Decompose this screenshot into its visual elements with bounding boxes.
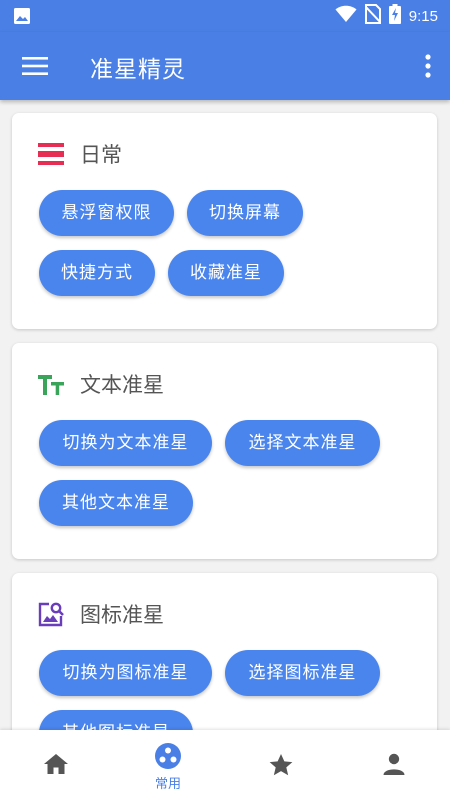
no-sim-icon: [364, 4, 382, 28]
bottom-navigation: 常用: [0, 730, 450, 800]
nav-item-favorites[interactable]: [225, 730, 337, 800]
main-content[interactable]: 日常 悬浮窗权限 切换屏幕 快捷方式 收藏准星 文本准星 切换为文本准星 选择文…: [0, 100, 450, 730]
nav-item-profile[interactable]: [338, 730, 450, 800]
overlay-permission-button[interactable]: 悬浮窗权限: [39, 190, 174, 236]
hamburger-icon: [22, 57, 48, 75]
list-icon: [38, 141, 64, 167]
app-bar: 准星精灵: [0, 32, 450, 100]
battery-charging-icon: [388, 4, 401, 28]
select-text-crosshair-button[interactable]: 选择文本准星: [225, 420, 380, 466]
common-icon: [154, 742, 182, 774]
nav-label-common: 常用: [154, 777, 181, 792]
text-format-icon: [38, 371, 64, 397]
card-title: 图标准星: [80, 603, 164, 627]
menu-button[interactable]: [22, 54, 48, 78]
status-time: 9:15: [408, 7, 438, 25]
daily-card: 日常 悬浮窗权限 切换屏幕 快捷方式 收藏准星: [12, 113, 437, 329]
switch-to-icon-crosshair-button[interactable]: 切换为图标准星: [39, 650, 212, 696]
switch-to-text-crosshair-button[interactable]: 切换为文本准星: [39, 420, 212, 466]
other-icon-crosshair-button[interactable]: 其他图标准星: [39, 710, 193, 730]
home-icon: [43, 752, 69, 780]
star-icon: [268, 752, 294, 782]
wifi-icon: [335, 5, 357, 27]
icon-crosshair-card: 图标准星 切换为图标准星 选择图标准星 其他图标准星: [12, 573, 437, 730]
status-bar: 9:15: [0, 0, 450, 32]
person-icon: [382, 752, 406, 780]
text-crosshair-card: 文本准星 切换为文本准星 选择文本准星 其他文本准星: [12, 343, 437, 559]
more-vertical-icon: [425, 54, 431, 78]
nav-item-home[interactable]: [0, 730, 112, 800]
other-text-crosshair-button[interactable]: 其他文本准星: [39, 480, 193, 526]
image-notification-icon: [13, 7, 31, 29]
favorite-crosshair-button[interactable]: 收藏准星: [168, 250, 284, 296]
card-title: 日常: [80, 143, 122, 167]
shortcut-button[interactable]: 快捷方式: [39, 250, 155, 296]
select-icon-crosshair-button[interactable]: 选择图标准星: [225, 650, 380, 696]
app-title: 准星精灵: [90, 57, 186, 83]
card-title: 文本准星: [80, 373, 164, 397]
switch-screen-button[interactable]: 切换屏幕: [187, 190, 303, 236]
overflow-menu-button[interactable]: [422, 52, 434, 80]
nav-item-common[interactable]: 常用: [112, 730, 224, 800]
image-search-icon: [38, 601, 64, 627]
